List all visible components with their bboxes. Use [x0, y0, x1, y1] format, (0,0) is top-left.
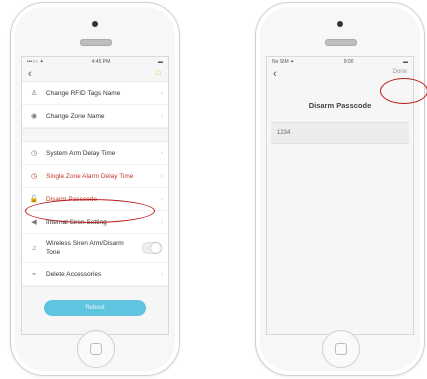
left-screen: •••○○ ✦ 4:45 PM ▬ ‹ ⌂ ♙ Change RFID Tags… — [21, 56, 169, 335]
right-phone: No SIM ✦ 9:00 ▬ ‹ Done Disarm Passcode 1… — [255, 2, 427, 376]
status-bar: No SIM ✦ 9:00 ▬ — [267, 57, 413, 67]
rfid-tag-icon: ♙ — [30, 90, 38, 97]
highlight-oval-disarm-passcode — [25, 199, 155, 223]
menu-item-zone-alarm-delay[interactable]: ◷ Single Zone Alarm Delay Time › — [22, 165, 168, 188]
chevron-right-icon: › — [160, 195, 163, 203]
siren-tone-toggle[interactable] — [142, 242, 162, 254]
chevron-right-icon: › — [160, 172, 163, 180]
delete-icon: ⌁ — [31, 271, 37, 278]
menu-item-wireless-siren-tone[interactable]: ♫ Wireless Siren Arm/Disarm Tone — [22, 234, 168, 263]
camera — [337, 21, 343, 27]
left-phone: •••○○ ✦ 4:45 PM ▬ ‹ ⌂ ♙ Change RFID Tags… — [10, 2, 180, 376]
back-icon[interactable]: ‹ — [28, 68, 32, 80]
zone-delay-icon: ◷ — [30, 173, 38, 180]
done-button[interactable]: Done — [393, 69, 407, 75]
status-time: 9:00 — [343, 59, 354, 65]
status-signal: No SIM ✦ — [272, 59, 295, 65]
menu-item-label: Change RFID Tags Name — [46, 89, 121, 97]
home-button[interactable] — [77, 330, 115, 368]
chevron-right-icon: › — [160, 112, 163, 120]
camera — [92, 21, 98, 27]
home-button[interactable] — [322, 330, 360, 368]
back-icon[interactable]: ‹ — [273, 68, 277, 80]
menu-item-rfid-name[interactable]: ♙ Change RFID Tags Name › — [22, 82, 168, 105]
chevron-right-icon: › — [160, 89, 163, 97]
menu-item-label: Wireless Siren Arm/Disarm Tone — [46, 240, 124, 256]
wireless-siren-icon: ♫ — [31, 244, 37, 252]
chevron-right-icon: › — [160, 218, 163, 226]
highlight-oval-done — [380, 78, 427, 104]
chevron-right-icon: › — [160, 270, 163, 278]
passcode-field[interactable]: 1234 — [271, 122, 409, 144]
home-square-icon — [335, 343, 347, 355]
menu-item-zone-name[interactable]: ◉ Change Zone Name › — [22, 105, 168, 128]
speaker-grille — [80, 39, 112, 46]
nav-bar: ‹ ⌂ — [22, 67, 168, 81]
reboot-button[interactable]: Reboot — [44, 300, 146, 316]
menu-item-arm-delay[interactable]: ◷ System Arm Delay Time › — [22, 142, 168, 165]
status-bar: •••○○ ✦ 4:45 PM ▬ — [22, 57, 168, 67]
menu-item-delete-accessories[interactable]: ⌁ Delete Accessories › — [22, 263, 168, 286]
menu-item-label: Single Zone Alarm Delay Time — [46, 172, 134, 180]
battery-icon: ▬ — [402, 59, 408, 65]
home-square-icon — [90, 343, 102, 355]
menu-group-names: ♙ Change RFID Tags Name › ◉ Change Zone … — [22, 81, 168, 129]
battery-icon: ▬ — [158, 59, 163, 65]
speaker-grille — [325, 39, 357, 46]
zone-icon: ◉ — [30, 113, 38, 120]
status-time: 4:45 PM — [91, 59, 111, 65]
menu-item-label: Change Zone Name — [46, 112, 105, 120]
chevron-right-icon: › — [160, 149, 163, 157]
speaker-icon: ◀ — [31, 219, 37, 226]
menu-item-label: System Arm Delay Time — [46, 149, 116, 157]
page-title: Disarm Passcode — [308, 101, 372, 110]
alarm-bell-icon[interactable]: ⌂ — [156, 67, 162, 78]
arm-delay-icon: ◷ — [30, 150, 38, 157]
status-signal: •••○○ ✦ — [27, 59, 44, 65]
lock-icon: 🔓 — [29, 196, 39, 203]
menu-item-label: Delete Accessories — [46, 270, 102, 278]
